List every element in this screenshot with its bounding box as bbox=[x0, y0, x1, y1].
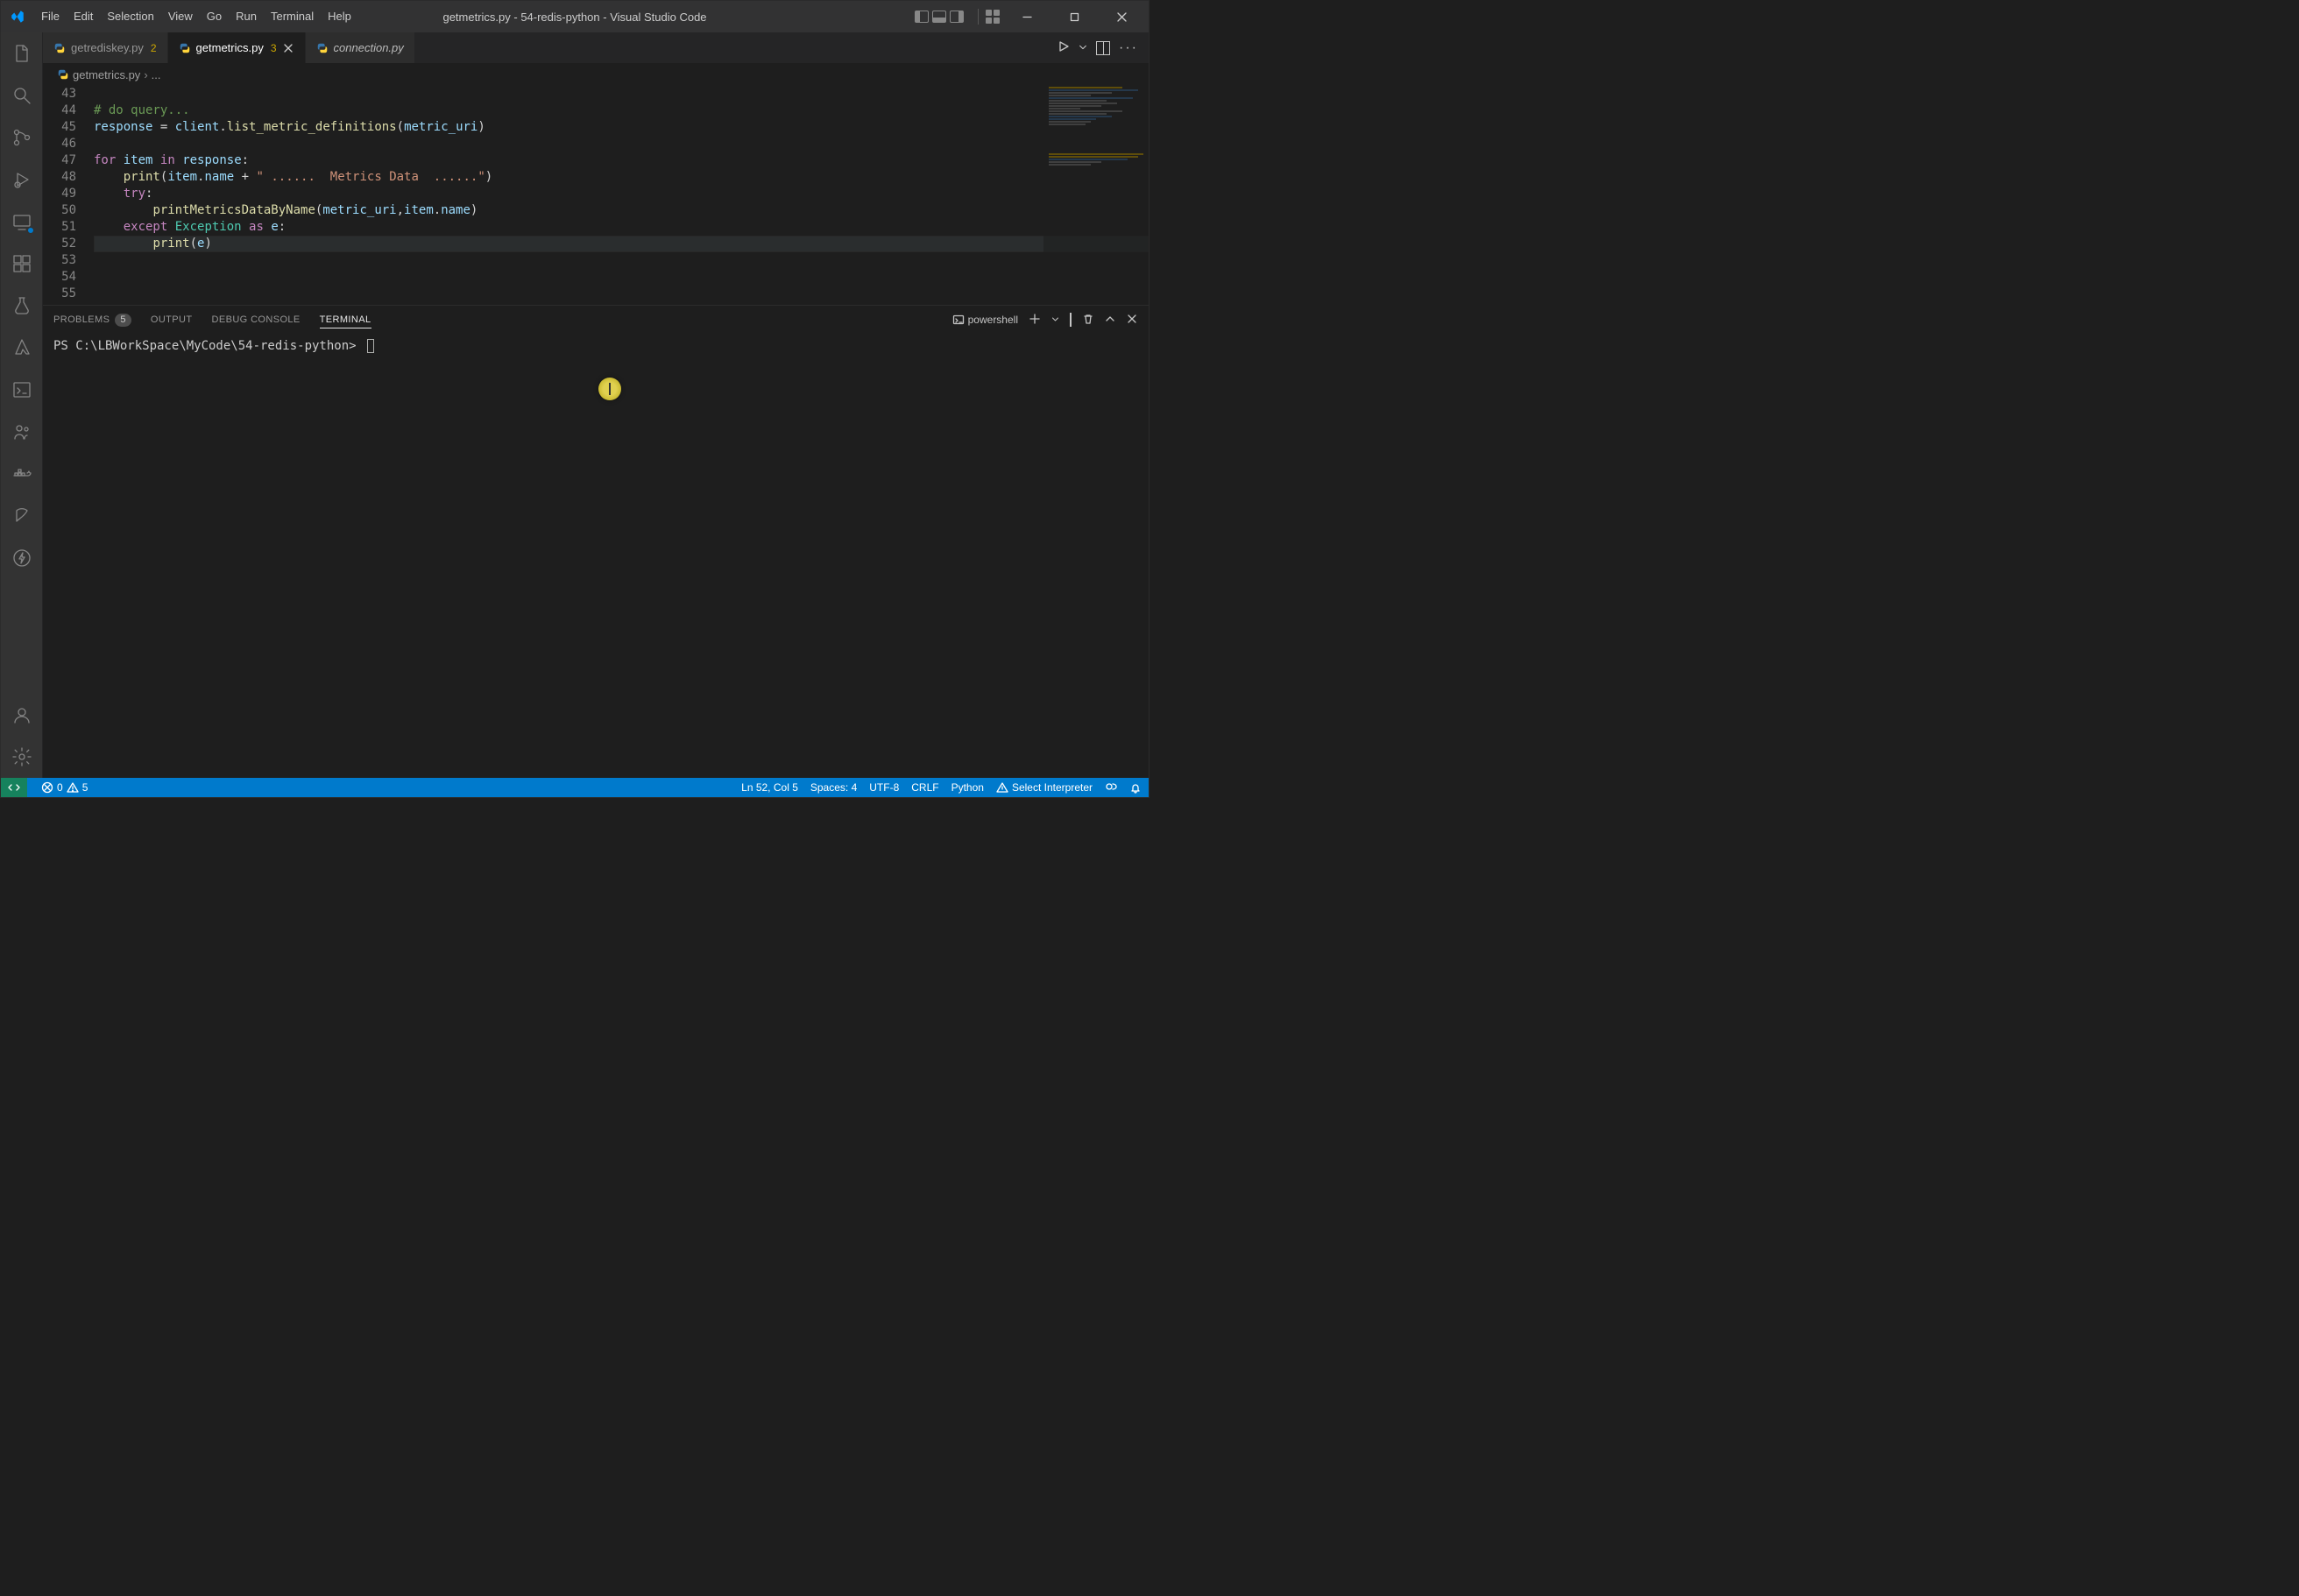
menu-bar: File Edit Selection View Go Run Terminal… bbox=[10, 1, 358, 32]
remote-indicator[interactable] bbox=[1, 778, 27, 797]
editor-area: getrediskey.py 2 getmetrics.py 3 connect… bbox=[43, 32, 1149, 778]
python-file-icon bbox=[316, 42, 329, 54]
status-bell-icon[interactable] bbox=[1129, 781, 1142, 794]
minimap[interactable] bbox=[1043, 86, 1149, 305]
close-icon[interactable] bbox=[282, 42, 294, 54]
chevron-right-icon: › bbox=[144, 68, 147, 81]
terminal-prompt: PS C:\LBWorkSpace\MyCode\54-redis-python… bbox=[53, 339, 364, 353]
panel-tab-terminal[interactable]: TERMINAL bbox=[320, 314, 371, 328]
status-cursor-position[interactable]: Ln 52, Col 5 bbox=[741, 781, 798, 794]
line-number-gutter: 43444546474849505152535455 bbox=[43, 86, 87, 305]
breadcrumb[interactable]: getmetrics.py › ... bbox=[43, 63, 1149, 86]
explorer-icon[interactable] bbox=[1, 32, 43, 74]
status-indentation[interactable]: Spaces: 4 bbox=[810, 781, 857, 794]
menu-edit[interactable]: Edit bbox=[67, 1, 100, 32]
window-title: getmetrics.py - 54-redis-python - Visual… bbox=[442, 11, 706, 24]
panel-tab-output[interactable]: OUTPUT bbox=[151, 314, 193, 325]
kill-terminal-icon[interactable] bbox=[1082, 313, 1094, 328]
azure-icon[interactable] bbox=[1, 327, 43, 369]
more-actions-icon[interactable]: ··· bbox=[1119, 40, 1138, 56]
menu-selection[interactable]: Selection bbox=[100, 1, 160, 32]
toggle-primary-sidebar-icon[interactable] bbox=[915, 11, 929, 23]
menu-view[interactable]: View bbox=[161, 1, 200, 32]
code-editor[interactable]: 43444546474849505152535455 # do query...… bbox=[43, 86, 1149, 305]
toggle-secondary-sidebar-icon[interactable] bbox=[950, 11, 964, 23]
tab-getmetrics[interactable]: getmetrics.py 3 bbox=[168, 32, 306, 63]
python-file-icon bbox=[179, 42, 191, 54]
accounts-icon[interactable] bbox=[1, 694, 43, 736]
tab-badge: 2 bbox=[151, 42, 157, 54]
split-terminal-icon[interactable] bbox=[1070, 314, 1072, 326]
testing-icon[interactable] bbox=[1, 285, 43, 327]
problems-count-badge: 5 bbox=[115, 314, 131, 327]
tab-label: getmetrics.py bbox=[196, 41, 264, 54]
new-terminal-button[interactable] bbox=[1029, 313, 1041, 328]
menu-terminal[interactable]: Terminal bbox=[264, 1, 321, 32]
python-file-icon bbox=[57, 68, 69, 81]
activity-bar bbox=[1, 32, 43, 778]
status-errors-warnings[interactable]: 0 5 bbox=[41, 781, 88, 794]
docker-icon[interactable] bbox=[1, 453, 43, 495]
menu-file[interactable]: File bbox=[34, 1, 67, 32]
close-panel-icon[interactable] bbox=[1126, 313, 1138, 328]
tab-label: connection.py bbox=[334, 41, 404, 54]
bottom-panel: PROBLEMS 5 OUTPUT DEBUG CONSOLE TERMINAL… bbox=[43, 305, 1149, 778]
remote-explorer-icon[interactable] bbox=[1, 201, 43, 243]
settings-gear-icon[interactable] bbox=[1, 736, 43, 778]
search-icon[interactable] bbox=[1, 74, 43, 117]
status-eol[interactable]: CRLF bbox=[911, 781, 938, 794]
window-maximize-button[interactable] bbox=[1054, 1, 1094, 32]
teams-icon[interactable] bbox=[1, 411, 43, 453]
menu-help[interactable]: Help bbox=[321, 1, 358, 32]
status-language[interactable]: Python bbox=[951, 781, 984, 794]
chevron-down-icon[interactable] bbox=[1051, 314, 1059, 326]
console-icon[interactable] bbox=[1, 369, 43, 411]
source-control-icon[interactable] bbox=[1, 117, 43, 159]
vscode-logo-icon bbox=[10, 9, 25, 25]
menu-go[interactable]: Go bbox=[200, 1, 229, 32]
layout-controls bbox=[915, 11, 964, 23]
status-feedback-icon[interactable] bbox=[1105, 781, 1117, 794]
sql-server-icon[interactable] bbox=[1, 495, 43, 537]
split-editor-icon[interactable] bbox=[1096, 41, 1110, 55]
terminal-cursor bbox=[367, 339, 374, 353]
divider bbox=[978, 9, 979, 25]
mouse-cursor-highlight bbox=[598, 378, 621, 400]
panel-tab-problems[interactable]: PROBLEMS 5 bbox=[53, 314, 131, 327]
tab-connection[interactable]: connection.py bbox=[306, 32, 415, 63]
tab-getrediskey[interactable]: getrediskey.py 2 bbox=[43, 32, 168, 63]
extensions-icon[interactable] bbox=[1, 243, 43, 285]
breadcrumb-file: getmetrics.py bbox=[73, 68, 140, 81]
chevron-up-icon[interactable] bbox=[1105, 314, 1115, 327]
panel-tab-debug-console[interactable]: DEBUG CONSOLE bbox=[212, 314, 301, 325]
status-bar: 0 5 Ln 52, Col 5 Spaces: 4 UTF-8 CRLF Py… bbox=[1, 778, 1149, 797]
code-content[interactable]: # do query...response = client.list_metr… bbox=[87, 86, 1149, 305]
breadcrumb-more: ... bbox=[152, 68, 161, 81]
status-interpreter[interactable]: Select Interpreter bbox=[996, 781, 1093, 794]
customize-layout-icon[interactable] bbox=[986, 10, 1000, 24]
editor-tabs: getrediskey.py 2 getmetrics.py 3 connect… bbox=[43, 32, 1149, 63]
window-minimize-button[interactable] bbox=[1007, 1, 1047, 32]
terminal-body[interactable]: PS C:\LBWorkSpace\MyCode\54-redis-python… bbox=[43, 334, 1149, 778]
python-file-icon bbox=[53, 42, 66, 54]
tab-label: getrediskey.py bbox=[71, 41, 144, 54]
run-file-button[interactable] bbox=[1058, 40, 1070, 55]
toggle-panel-icon[interactable] bbox=[932, 11, 946, 23]
tab-badge: 3 bbox=[271, 42, 277, 54]
status-encoding[interactable]: UTF-8 bbox=[869, 781, 899, 794]
window-close-button[interactable] bbox=[1101, 1, 1142, 32]
menu-run[interactable]: Run bbox=[229, 1, 264, 32]
terminal-profile-icon[interactable]: powershell bbox=[952, 314, 1018, 326]
chevron-down-icon[interactable] bbox=[1079, 41, 1087, 54]
run-debug-icon[interactable] bbox=[1, 159, 43, 201]
thunder-icon[interactable] bbox=[1, 537, 43, 579]
title-bar: File Edit Selection View Go Run Terminal… bbox=[1, 1, 1149, 32]
panel-tabs: PROBLEMS 5 OUTPUT DEBUG CONSOLE TERMINAL… bbox=[43, 306, 1149, 334]
